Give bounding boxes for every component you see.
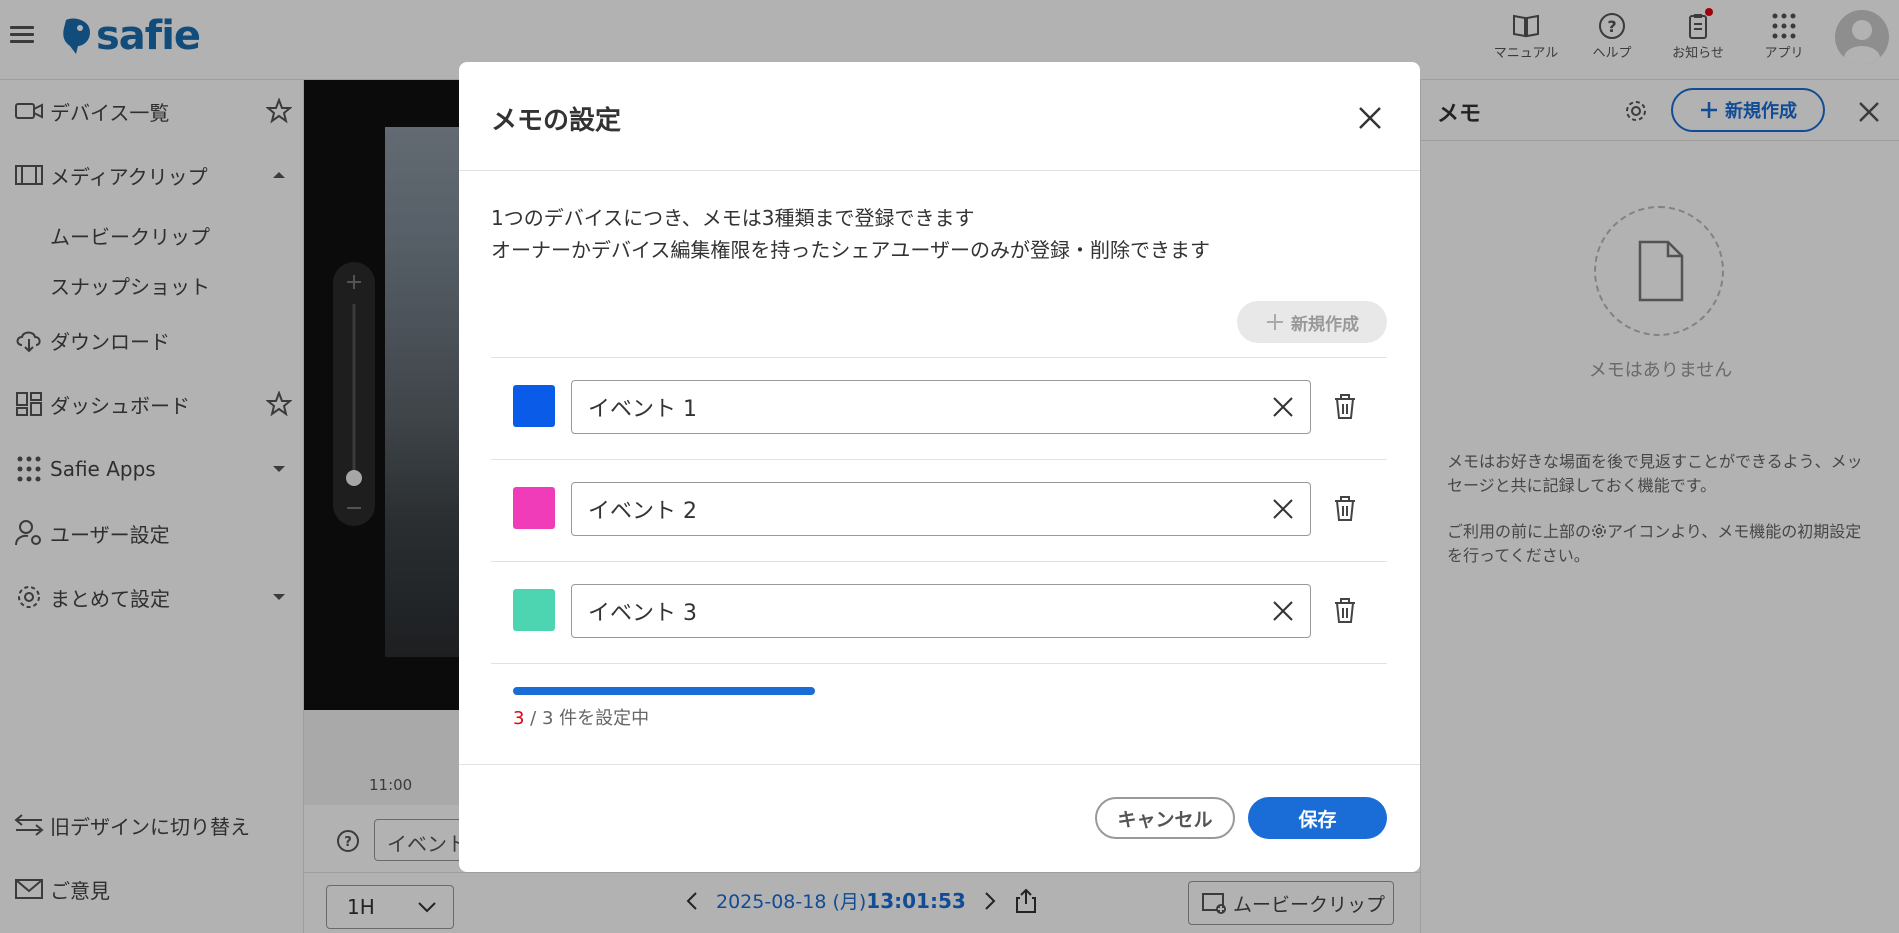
trash-icon[interactable] bbox=[1333, 598, 1357, 624]
color-swatch[interactable] bbox=[513, 589, 555, 631]
clear-icon[interactable] bbox=[1270, 394, 1296, 420]
dialog-header-divider bbox=[459, 170, 1420, 171]
trash-icon[interactable] bbox=[1333, 496, 1357, 522]
memo-row: イベント 2 bbox=[491, 459, 1387, 561]
dialog-description: 1つのデバイスにつき、メモは3種類まで登録できます オーナーかデバイス編集権限を… bbox=[491, 202, 1210, 266]
add-memo-label: 新規作成 bbox=[1291, 314, 1359, 335]
memo-count-text: 3 / 3 件を設定中 bbox=[513, 704, 649, 730]
clear-icon[interactable] bbox=[1270, 496, 1296, 522]
memo-count-rest: / 3 件を設定中 bbox=[524, 708, 650, 729]
memo-count-current: 3 bbox=[513, 708, 525, 729]
memo-name-value: イベント 3 bbox=[588, 601, 697, 626]
description-line-2: オーナーかデバイス編集権限を持ったシェアユーザーのみが登録・削除できます bbox=[491, 238, 1210, 262]
dialog-title: メモの設定 bbox=[491, 106, 622, 136]
color-swatch[interactable] bbox=[513, 385, 555, 427]
color-swatch[interactable] bbox=[513, 487, 555, 529]
close-icon[interactable] bbox=[1354, 102, 1386, 134]
add-memo-button[interactable]: 新規作成 bbox=[1237, 301, 1387, 343]
progress-fill bbox=[513, 687, 815, 695]
memo-row: イベント 3 bbox=[491, 561, 1387, 663]
plus-icon bbox=[1267, 314, 1283, 330]
memo-row: イベント 1 bbox=[491, 357, 1387, 459]
cancel-button[interactable]: キャンセル bbox=[1095, 797, 1235, 839]
memo-name-value: イベント 2 bbox=[588, 499, 697, 524]
memo-settings-dialog: メモの設定 1つのデバイスにつき、メモは3種類まで登録できます オーナーかデバイ… bbox=[459, 62, 1420, 872]
description-line-1: 1つのデバイスにつき、メモは3種類まで登録できます bbox=[491, 206, 975, 230]
clear-icon[interactable] bbox=[1270, 598, 1296, 624]
dialog-footer-divider bbox=[459, 764, 1420, 765]
save-button[interactable]: 保存 bbox=[1248, 797, 1387, 839]
memo-name-value: イベント 1 bbox=[588, 397, 697, 422]
memo-name-input[interactable]: イベント 3 bbox=[571, 584, 1311, 638]
trash-icon[interactable] bbox=[1333, 394, 1357, 420]
memo-count-progress bbox=[513, 687, 815, 695]
list-bottom-divider bbox=[491, 663, 1387, 664]
memo-name-input[interactable]: イベント 2 bbox=[571, 482, 1311, 536]
memo-name-input[interactable]: イベント 1 bbox=[571, 380, 1311, 434]
